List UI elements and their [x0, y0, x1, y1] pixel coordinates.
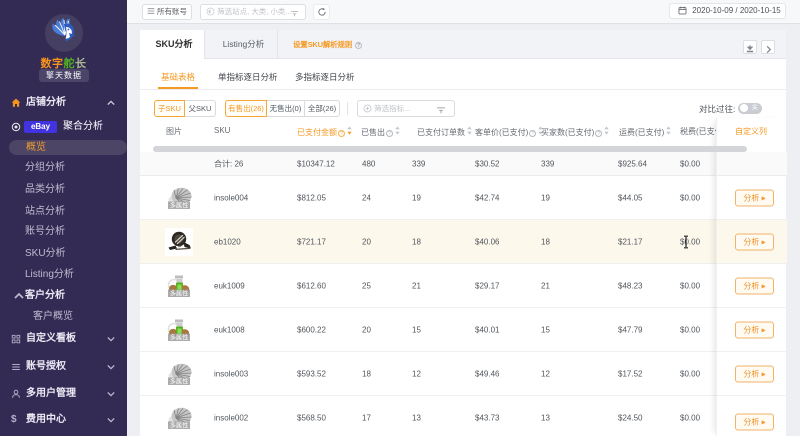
- svg-text:多属性: 多属性: [170, 422, 189, 430]
- svg-text:多属性: 多属性: [170, 202, 189, 210]
- svg-text:多属性: 多属性: [170, 290, 189, 298]
- svg-text:多属性: 多属性: [170, 378, 189, 386]
- svg-text:多属性: 多属性: [170, 334, 189, 342]
